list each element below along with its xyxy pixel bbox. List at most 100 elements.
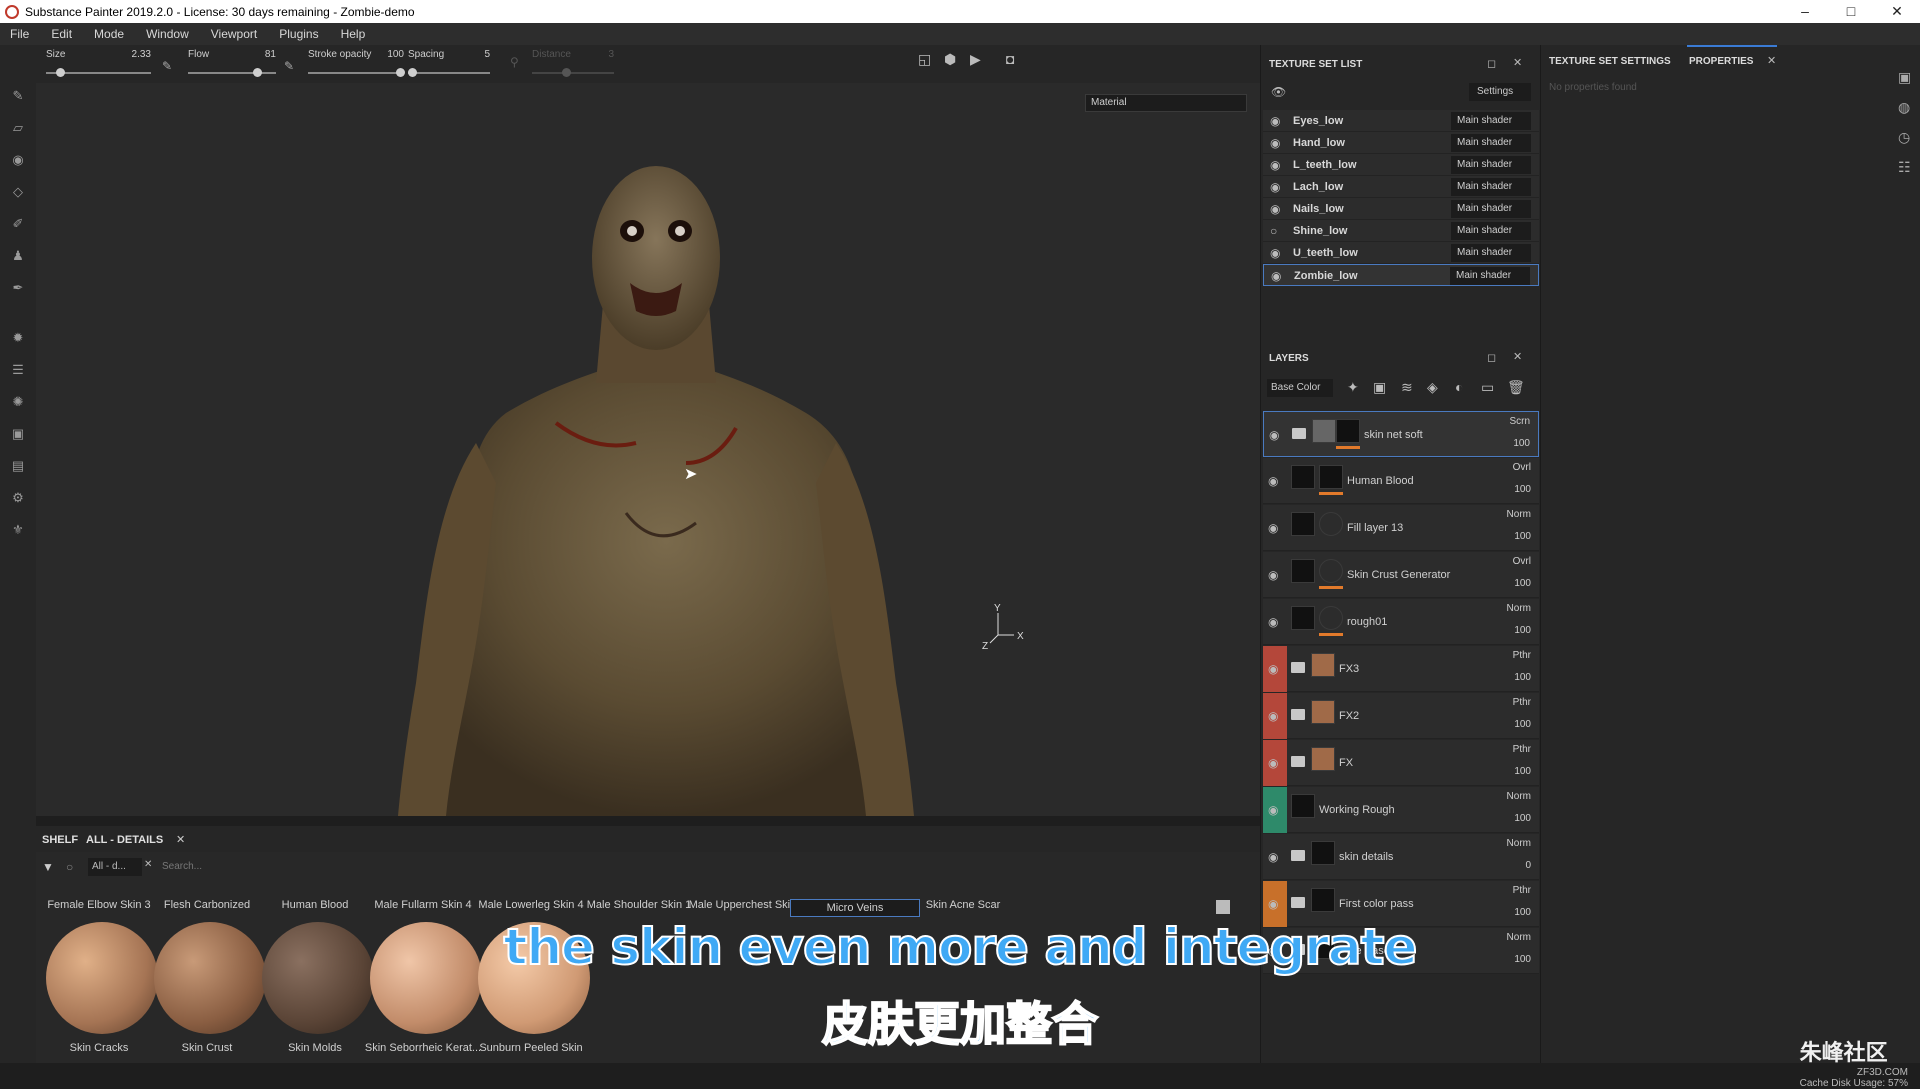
blend-mode-dropdown[interactable]: Pthr <box>1513 697 1531 708</box>
visibility-all-icon[interactable]: 👁 <box>1271 85 1286 99</box>
eye-icon[interactable]: ◉ <box>1268 568 1278 582</box>
blend-mode-dropdown[interactable]: Pthr <box>1513 650 1531 661</box>
layer-row[interactable]: ◉ Fill layer 13 Norm 100 <box>1263 505 1539 551</box>
eraser-icon[interactable]: ▱ <box>9 119 27 137</box>
layer-name[interactable]: FX <box>1339 757 1353 769</box>
eye-icon[interactable]: ◉ <box>1268 521 1278 535</box>
clone-stamp-icon[interactable]: ♟ <box>9 247 27 265</box>
menu-edit[interactable]: Edit <box>51 27 72 41</box>
export-icon[interactable]: ▤ <box>9 457 27 475</box>
shelf-item-label[interactable]: Skin Acne Scar <box>898 899 1028 911</box>
ruler-icon[interactable]: ☰ <box>9 361 27 379</box>
opacity-value[interactable]: 100 <box>1513 438 1530 449</box>
eye-icon[interactable]: ◉ <box>1268 474 1278 488</box>
blend-mode-dropdown[interactable]: Ovrl <box>1513 556 1531 567</box>
blend-mode-dropdown[interactable]: Norm <box>1507 791 1531 802</box>
filter-chip-close-icon[interactable]: ✕ <box>144 859 152 870</box>
delete-layer-icon[interactable]: 🗑 <box>1507 379 1525 396</box>
blend-mode-dropdown[interactable]: Norm <box>1507 838 1531 849</box>
layer-row[interactable]: ◉ FX2 Pthr 100 <box>1263 693 1539 739</box>
lazy-mouse-icon[interactable]: ⚲ <box>510 55 519 69</box>
blend-mode-dropdown[interactable]: Pthr <box>1513 744 1531 755</box>
eye-icon[interactable]: ◉ <box>1270 114 1284 128</box>
bake-icon[interactable]: ✹ <box>9 329 27 347</box>
eye-icon[interactable]: ◉ <box>1269 428 1279 442</box>
eye-icon[interactable]: ◉ <box>1268 662 1278 676</box>
display-settings-icon[interactable]: ▣ <box>1898 69 1911 86</box>
close-panel-icon[interactable]: ✕ <box>1513 350 1522 363</box>
layer-row[interactable]: ◉ FX3 Pthr 100 <box>1263 646 1539 692</box>
physics-icon[interactable]: ⚜ <box>9 521 27 539</box>
blend-mode-dropdown[interactable]: Norm <box>1507 509 1531 520</box>
stroke-opacity-value[interactable]: 100 <box>387 49 404 60</box>
size-pen-icon[interactable]: ✎ <box>162 59 172 73</box>
layer-name[interactable]: Working Rough <box>1319 804 1395 816</box>
texture-set-row[interactable]: ○ Shine_low Main shader <box>1263 220 1539 242</box>
eye-icon[interactable]: ◉ <box>1268 615 1278 629</box>
layer-name[interactable]: skin details <box>1339 851 1393 863</box>
photoshop-icon[interactable]: ▣ <box>9 425 27 443</box>
shader-settings-icon[interactable]: ◍ <box>1898 99 1910 116</box>
tab-texture-set-settings[interactable]: TEXTURE SET SETTINGS <box>1549 56 1671 67</box>
display-mode-icon[interactable]: ⬢ <box>944 51 956 68</box>
eye-icon[interactable]: ◉ <box>1268 897 1278 911</box>
shader-dropdown[interactable]: Main shader <box>1451 222 1531 240</box>
settings-gear-icon[interactable]: ⚙ <box>9 489 27 507</box>
add-mask-icon[interactable]: ▣ <box>1373 379 1386 396</box>
tab-shelf[interactable]: SHELF <box>42 834 78 846</box>
shader-dropdown[interactable]: Main shader <box>1451 112 1531 130</box>
layer-row[interactable]: ◉ rough01 Norm 100 <box>1263 599 1539 645</box>
smudge-icon[interactable]: ✐ <box>9 215 27 233</box>
layer-row[interactable]: ◉ skin details Norm 0 <box>1263 834 1539 880</box>
eye-icon[interactable]: ◉ <box>1270 180 1284 194</box>
eye-icon[interactable]: ◉ <box>1268 850 1278 864</box>
blend-mode-dropdown[interactable]: Pthr <box>1513 885 1531 896</box>
view-mode-icon[interactable]: ◱ <box>918 51 931 68</box>
layer-row[interactable]: ◉ Skin Crust Generator Ovrl 100 <box>1263 552 1539 598</box>
distance-value[interactable]: 3 <box>608 49 614 60</box>
blend-mode-dropdown[interactable]: Ovrl <box>1513 462 1531 473</box>
texture-set-row[interactable]: ◉ Eyes_low Main shader <box>1263 110 1539 132</box>
flow-slider[interactable]: Flow 81 <box>188 49 276 83</box>
close-tab-icon[interactable]: ✕ <box>1767 54 1776 67</box>
eye-icon[interactable]: ◉ <box>1270 202 1284 216</box>
close-panel-icon[interactable]: ✕ <box>1513 56 1522 69</box>
texture-set-row[interactable]: ◉ Nails_low Main shader <box>1263 198 1539 220</box>
size-slider[interactable]: Size 2.33 <box>46 49 151 83</box>
close-tab-icon[interactable]: ✕ <box>176 833 185 846</box>
filter-chip[interactable]: All - d... <box>88 858 142 876</box>
size-value[interactable]: 2.33 <box>132 49 151 60</box>
flow-pen-icon[interactable]: ✎ <box>284 59 294 73</box>
distance-slider[interactable]: Distance 3 <box>532 49 614 83</box>
camera-icon[interactable]: ▶ <box>970 51 981 68</box>
viewport-material-select[interactable]: Material <box>1085 94 1247 112</box>
texture-set-row-selected[interactable]: ◉ Zombie_low Main shader <box>1263 264 1539 286</box>
layer-row[interactable]: ◉ Working Rough Norm 100 <box>1263 787 1539 833</box>
blend-mode-dropdown[interactable]: Norm <box>1507 603 1531 614</box>
opacity-value[interactable]: 100 <box>1514 719 1531 730</box>
layer-name[interactable]: First color pass <box>1339 898 1414 910</box>
color-picker-icon[interactable]: ✒ <box>9 279 27 297</box>
menu-mode[interactable]: Mode <box>94 27 124 41</box>
add-smart-material-icon[interactable]: ◐ <box>1455 379 1463 395</box>
shelf-search-input[interactable]: Search... <box>154 858 1014 876</box>
shader-dropdown[interactable]: Main shader <box>1451 200 1531 218</box>
texture-set-row[interactable]: ◉ Hand_low Main shader <box>1263 132 1539 154</box>
stroke-opacity-slider[interactable]: Stroke opacity 100 <box>308 49 405 83</box>
blend-mode-dropdown[interactable]: Scrn <box>1509 416 1530 427</box>
history-icon[interactable]: ◷ <box>1898 129 1910 146</box>
shader-dropdown[interactable]: Main shader <box>1451 156 1531 174</box>
texture-set-row[interactable]: ◉ Lach_low Main shader <box>1263 176 1539 198</box>
eye-icon[interactable]: ◉ <box>1271 269 1285 283</box>
eye-hidden-icon[interactable]: ○ <box>1270 224 1284 238</box>
tab-all-details[interactable]: ALL - DETAILS <box>86 834 163 846</box>
close-button[interactable]: ✕ <box>1874 3 1920 20</box>
log-icon[interactable]: ☷ <box>1898 159 1911 176</box>
spacing-slider[interactable]: Spacing 5 <box>408 49 490 83</box>
iray-icon[interactable]: ✺ <box>9 393 27 411</box>
eye-icon[interactable]: ◉ <box>1270 136 1284 150</box>
layer-name[interactable]: FX2 <box>1339 710 1359 722</box>
add-layer-icon[interactable]: ≋ <box>1401 379 1413 396</box>
settings-dropdown[interactable]: Settings <box>1469 83 1531 101</box>
layer-name[interactable]: rough01 <box>1347 616 1387 628</box>
